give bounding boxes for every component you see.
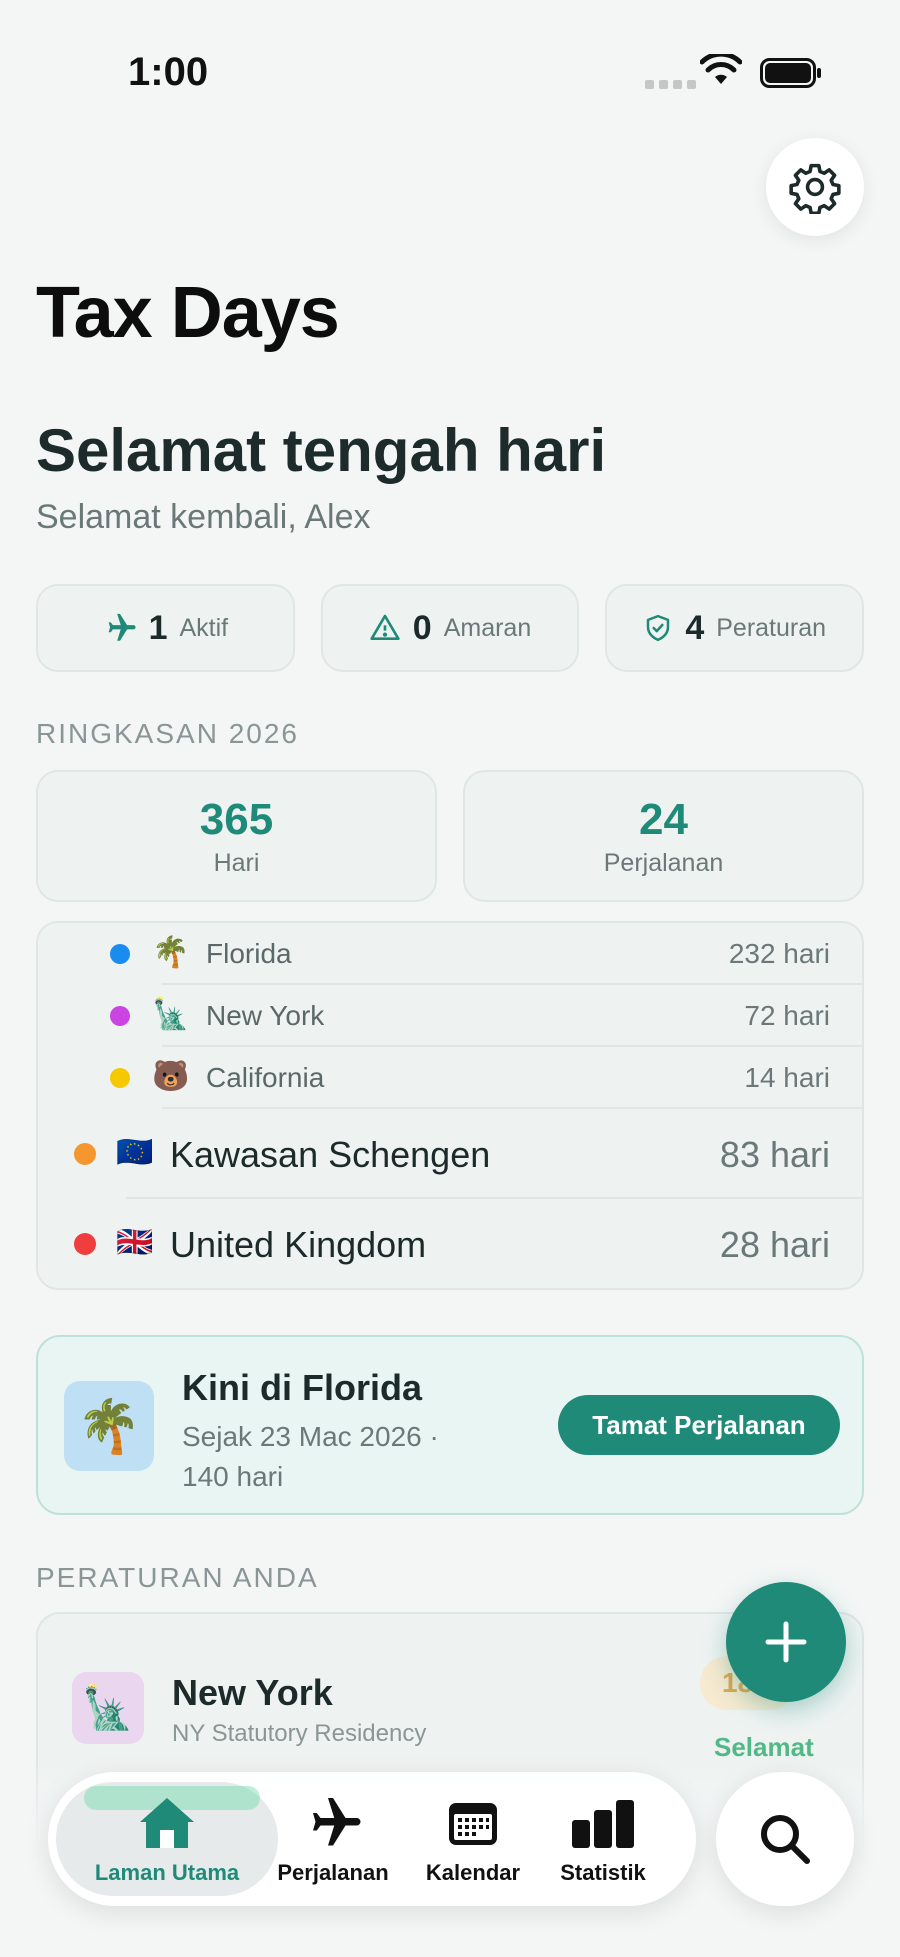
chip-rules-label: Peraturan — [716, 613, 827, 642]
chip-warnings[interactable]: 0 Amaran — [320, 584, 580, 672]
summary-cards: 365 Hari 24 Perjalanan — [36, 770, 864, 902]
bear-icon: 🐻 — [152, 1060, 190, 1093]
region-name: Florida — [206, 938, 292, 969]
chip-warnings-value: 0 — [412, 608, 432, 647]
tab-trips[interactable]: Perjalanan — [268, 1772, 398, 1906]
gear-icon — [789, 163, 841, 214]
region-name: New York — [206, 1000, 325, 1031]
chip-rules-value: 4 — [685, 608, 705, 647]
region-days: 28 hari — [719, 1224, 830, 1265]
chip-active-value: 1 — [148, 608, 168, 647]
plus-icon — [765, 1621, 807, 1663]
tab-calendar-label: Kalendar — [425, 1860, 521, 1885]
tab-home-label: Laman Utama — [94, 1860, 240, 1885]
uk-flag-icon: 🇬🇧 — [116, 1226, 154, 1259]
tab-calendar[interactable]: Kalendar — [408, 1772, 538, 1906]
tab-statistics[interactable]: Statistik — [538, 1772, 668, 1906]
region-name: United Kingdom — [170, 1224, 427, 1265]
region-name: California — [206, 1062, 325, 1093]
chip-active-label: Aktif — [179, 613, 229, 642]
days-value: 365 — [199, 794, 274, 844]
shield-check-icon — [647, 614, 670, 642]
airplane-icon — [313, 1798, 361, 1846]
palm-tree-icon: 🌴 — [152, 936, 190, 969]
days-card[interactable]: 365 Hari — [36, 770, 437, 902]
trips-card[interactable]: 24 Perjalanan — [463, 770, 864, 902]
statue-of-liberty-icon: 🗽 — [72, 1672, 144, 1744]
region-color-dot — [110, 1006, 130, 1026]
region-row-united-kingdom[interactable]: 🇬🇧 United Kingdom 28 hari — [38, 1199, 862, 1288]
current-location-card[interactable]: 🌴 Kini di Florida Sejak 23 Mac 2026 · 14… — [36, 1335, 864, 1515]
welcome-text: Selamat kembali, Alex — [36, 498, 371, 536]
tab-home[interactable]: Laman Utama — [72, 1772, 262, 1906]
region-color-dot — [110, 944, 130, 964]
chip-warnings-label: Amaran — [443, 613, 532, 642]
bar-chart-icon — [572, 1800, 634, 1848]
chip-active[interactable]: 1 Aktif — [36, 584, 295, 672]
add-trip-button[interactable] — [726, 1582, 846, 1702]
home-icon — [140, 1798, 194, 1848]
search-icon — [761, 1815, 810, 1864]
calendar-icon — [449, 1803, 497, 1845]
end-trip-button[interactable]: Tamat Perjalanan — [558, 1395, 840, 1455]
wifi-icon — [700, 54, 742, 84]
region-days: 232 hari — [728, 938, 830, 969]
tab-statistics-label: Statistik — [560, 1860, 646, 1885]
region-days: 72 hari — [744, 1000, 830, 1031]
region-days: 83 hari — [719, 1134, 830, 1175]
search-button[interactable] — [716, 1772, 854, 1906]
signal-dots-icon — [645, 80, 696, 89]
region-color-dot — [110, 1068, 130, 1088]
current-location-title: Kini di Florida — [182, 1367, 422, 1408]
status-time: 1:00 — [128, 50, 209, 94]
eu-flag-icon: 🇪🇺 — [116, 1136, 154, 1169]
battery-icon — [760, 58, 821, 88]
days-label: Hari — [213, 848, 260, 877]
greeting-heading: Selamat tengah hari — [36, 417, 607, 484]
region-color-dot — [74, 1143, 96, 1165]
settings-button[interactable] — [766, 138, 864, 236]
region-row-new-york[interactable]: 🗽 New York 72 hari — [38, 985, 862, 1047]
rules-heading: PERATURAN ANDA — [36, 1562, 319, 1593]
airplane-icon — [108, 613, 136, 641]
trips-value: 24 — [639, 794, 688, 844]
rule-subtitle: NY Statutory Residency — [172, 1720, 427, 1747]
status-bar: 1:00 — [0, 0, 900, 120]
region-name: Kawasan Schengen — [170, 1134, 491, 1175]
region-row-florida[interactable]: 🌴 Florida 232 hari — [38, 923, 862, 985]
current-location-subtitle: Sejak 23 Mac 2026 · 140 hari — [182, 1421, 439, 1492]
region-row-california[interactable]: 🐻 California 14 hari — [38, 1047, 862, 1109]
app-title: Tax Days — [36, 273, 340, 353]
summary-heading: RINGKASAN 2026 — [36, 718, 299, 749]
tab-bar: Laman Utama Perjalanan Kalendar Statisti… — [48, 1772, 696, 1906]
statue-of-liberty-icon: 🗽 — [152, 998, 190, 1031]
region-list: 🌴 Florida 232 hari 🗽 New York 72 hari 🐻 … — [36, 921, 864, 1290]
warning-icon — [370, 614, 400, 640]
palm-tree-icon: 🌴 — [64, 1381, 154, 1471]
rule-title: New York — [172, 1672, 333, 1713]
chip-rules[interactable]: 4 Peraturan — [605, 584, 865, 672]
tab-trips-label: Perjalanan — [277, 1860, 389, 1885]
rule-status: Selamat — [714, 1732, 814, 1762]
region-days: 14 hari — [744, 1062, 830, 1093]
stat-chips: 1 Aktif 0 Amaran 4 Peraturan — [36, 584, 865, 672]
region-color-dot — [74, 1233, 96, 1255]
region-row-schengen[interactable]: 🇪🇺 Kawasan Schengen 83 hari — [38, 1109, 862, 1199]
trips-label: Perjalanan — [603, 848, 724, 877]
